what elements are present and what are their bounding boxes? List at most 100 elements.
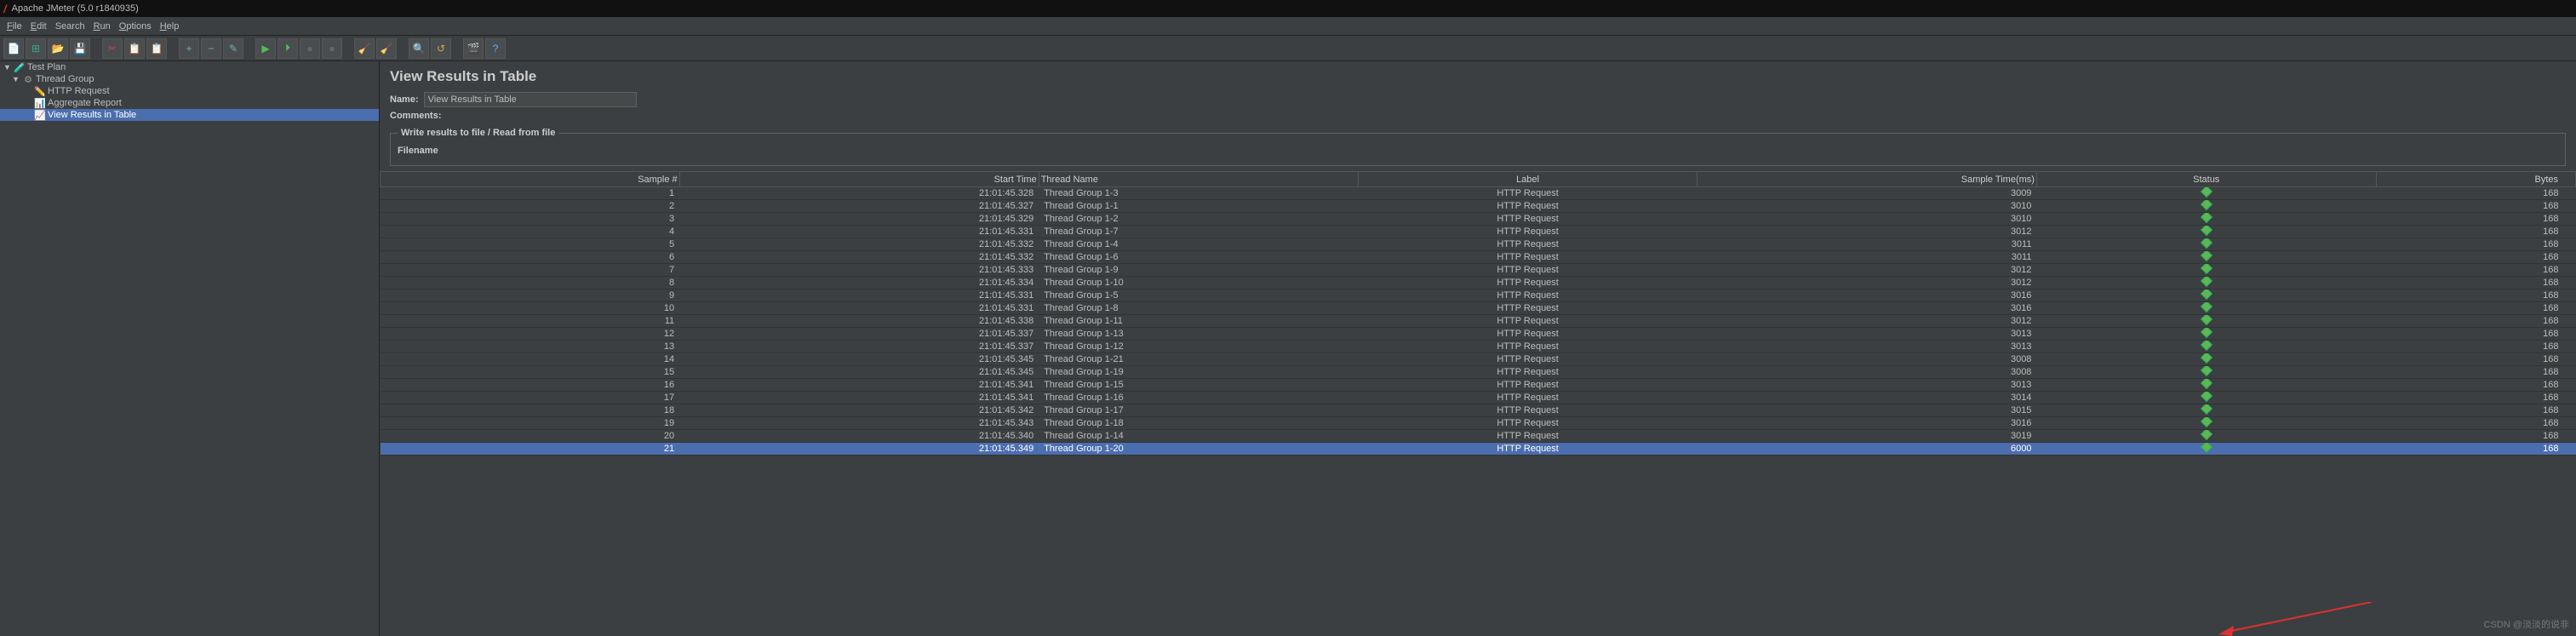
table-row[interactable]: 1921:01:45.343Thread Group 1-18HTTP Requ… (381, 417, 2576, 430)
paste-button[interactable]: 📋 (146, 38, 167, 59)
templates-button[interactable]: ⊞ (26, 38, 46, 59)
table-row[interactable]: 1821:01:45.342Thread Group 1-17HTTP Requ… (381, 404, 2576, 417)
stop-button[interactable]: ● (300, 38, 320, 59)
table-row[interactable]: 821:01:45.334Thread Group 1-10HTTP Reque… (381, 277, 2576, 289)
table-row[interactable]: 221:01:45.327Thread Group 1-1HTTP Reques… (381, 200, 2576, 213)
success-icon (2201, 187, 2212, 198)
cell-time: 21:01:45.337 (679, 328, 1039, 341)
cell-label: HTTP Request (1358, 187, 1697, 200)
cell-stime: 3016 (1697, 289, 2037, 302)
table-row[interactable]: 621:01:45.332Thread Group 1-6HTTP Reques… (381, 251, 2576, 264)
table-row[interactable]: 1621:01:45.341Thread Group 1-15HTTP Requ… (381, 379, 2576, 392)
new-button[interactable]: 📄 (3, 38, 24, 59)
start-notimer-button[interactable]: ⏵ (278, 38, 298, 59)
cell-sample: 19 (381, 417, 680, 430)
cell-time: 21:01:45.340 (679, 430, 1039, 443)
help-button[interactable]: ? (485, 38, 506, 59)
menu-run[interactable]: Run (90, 20, 114, 33)
content-panel: View Results in Table Name: Comments: Wr… (380, 61, 2576, 636)
tree-panel[interactable]: ▼ 🧪 Test Plan ▼ ⚙ Thread Group ✏️HTTP Re… (0, 61, 380, 636)
cell-sample: 1 (381, 187, 680, 200)
table-row[interactable]: 1021:01:45.331Thread Group 1-8HTTP Reque… (381, 302, 2576, 315)
tree-label: Aggregate Report (48, 98, 122, 108)
col-label[interactable]: Label (1358, 172, 1697, 187)
annotation-arrow-icon (2218, 602, 2372, 636)
cell-sample: 9 (381, 289, 680, 302)
cell-time: 21:01:45.327 (679, 200, 1039, 213)
cell-sample: 16 (381, 379, 680, 392)
table-row[interactable]: 1521:01:45.345Thread Group 1-19HTTP Requ… (381, 366, 2576, 379)
cell-status (2036, 392, 2376, 404)
start-button[interactable]: ▶ (255, 38, 276, 59)
table-row[interactable]: 921:01:45.331Thread Group 1-5HTTP Reques… (381, 289, 2576, 302)
table-row[interactable]: 321:01:45.329Thread Group 1-2HTTP Reques… (381, 213, 2576, 226)
col-sample[interactable]: Sample # (381, 172, 680, 187)
table-row[interactable]: 1421:01:45.345Thread Group 1-21HTTP Requ… (381, 353, 2576, 366)
function-helper-button[interactable]: 🎬 (463, 38, 484, 59)
cell-stime: 3019 (1697, 430, 2037, 443)
expand-button[interactable]: + (179, 38, 199, 59)
menu-search[interactable]: Search (52, 20, 89, 33)
cut-button[interactable]: ✂ (102, 38, 123, 59)
table-row[interactable]: 1121:01:45.338Thread Group 1-11HTTP Requ… (381, 315, 2576, 328)
cell-status (2036, 238, 2376, 251)
menu-help[interactable]: Help (157, 20, 183, 33)
clear-button[interactable]: 🧹 (354, 38, 375, 59)
table-row[interactable]: 1321:01:45.337Thread Group 1-12HTTP Requ… (381, 341, 2576, 353)
cell-status (2036, 289, 2376, 302)
table-row[interactable]: 421:01:45.331Thread Group 1-7HTTP Reques… (381, 226, 2576, 238)
menu-file[interactable]: File (3, 20, 26, 33)
cell-label: HTTP Request (1358, 277, 1697, 289)
menu-edit[interactable]: Edit (27, 20, 50, 33)
success-icon (2201, 328, 2212, 339)
table-row[interactable]: 2121:01:45.349Thread Group 1-20HTTP Requ… (381, 443, 2576, 456)
menu-options[interactable]: Options (116, 20, 155, 33)
window-title: Apache JMeter (5.0 r1840935) (12, 3, 139, 14)
cell-label: HTTP Request (1358, 226, 1697, 238)
copy-button[interactable]: 📋 (124, 38, 145, 59)
title-bar: / Apache JMeter (5.0 r1840935) (0, 0, 2576, 17)
reset-search-button[interactable]: ↺ (431, 38, 451, 59)
tree-root[interactable]: ▼ 🧪 Test Plan (0, 61, 379, 73)
tree-item[interactable]: 📊Aggregate Report (0, 97, 379, 109)
col-thread[interactable]: Thread Name (1039, 172, 1358, 187)
item-icon: ✏️ (34, 86, 46, 97)
cell-label: HTTP Request (1358, 302, 1697, 315)
table-row[interactable]: 2021:01:45.340Thread Group 1-14HTTP Requ… (381, 430, 2576, 443)
search-button[interactable]: 🔍 (409, 38, 429, 59)
table-row[interactable]: 521:01:45.332Thread Group 1-4HTTP Reques… (381, 238, 2576, 251)
file-fieldset: Write results to file / Read from file F… (390, 128, 2566, 166)
shutdown-button[interactable]: ● (322, 38, 342, 59)
toggle-button[interactable]: ✎ (223, 38, 243, 59)
cell-label: HTTP Request (1358, 430, 1697, 443)
tree-item[interactable]: 📈View Results in Table (0, 109, 379, 121)
col-bytes[interactable]: Bytes (2376, 172, 2576, 187)
cell-label: HTTP Request (1358, 379, 1697, 392)
clear-all-button[interactable]: 🧹 (376, 38, 397, 59)
tree-thread-group[interactable]: ▼ ⚙ Thread Group (0, 73, 379, 85)
success-icon (2201, 341, 2212, 352)
collapse-icon[interactable]: ▼ (12, 75, 20, 83)
collapse-button[interactable]: − (201, 38, 221, 59)
tree-item[interactable]: ✏️HTTP Request (0, 85, 379, 97)
collapse-icon[interactable]: ▼ (3, 63, 12, 72)
col-start-time[interactable]: Start Time (679, 172, 1039, 187)
name-input[interactable] (424, 92, 637, 107)
cell-status (2036, 417, 2376, 430)
cell-time: 21:01:45.332 (679, 238, 1039, 251)
cell-thread: Thread Group 1-15 (1039, 379, 1358, 392)
table-row[interactable]: 1721:01:45.341Thread Group 1-16HTTP Requ… (381, 392, 2576, 404)
tree-label: Thread Group (36, 74, 94, 84)
save-button[interactable]: 💾 (70, 38, 90, 59)
table-row[interactable]: 1221:01:45.337Thread Group 1-13HTTP Requ… (381, 328, 2576, 341)
comments-label: Comments: (390, 111, 442, 121)
results-table[interactable]: Sample # Start Time Thread Name Label Sa… (380, 171, 2576, 456)
table-row[interactable]: 121:01:45.328Thread Group 1-3HTTP Reques… (381, 187, 2576, 200)
success-icon (2201, 379, 2212, 390)
cell-stime: 3016 (1697, 417, 2037, 430)
cell-sample: 13 (381, 341, 680, 353)
table-row[interactable]: 721:01:45.333Thread Group 1-9HTTP Reques… (381, 264, 2576, 277)
col-sample-time[interactable]: Sample Time(ms) (1697, 172, 2037, 187)
col-status[interactable]: Status (2036, 172, 2376, 187)
open-button[interactable]: 📂 (48, 38, 68, 59)
